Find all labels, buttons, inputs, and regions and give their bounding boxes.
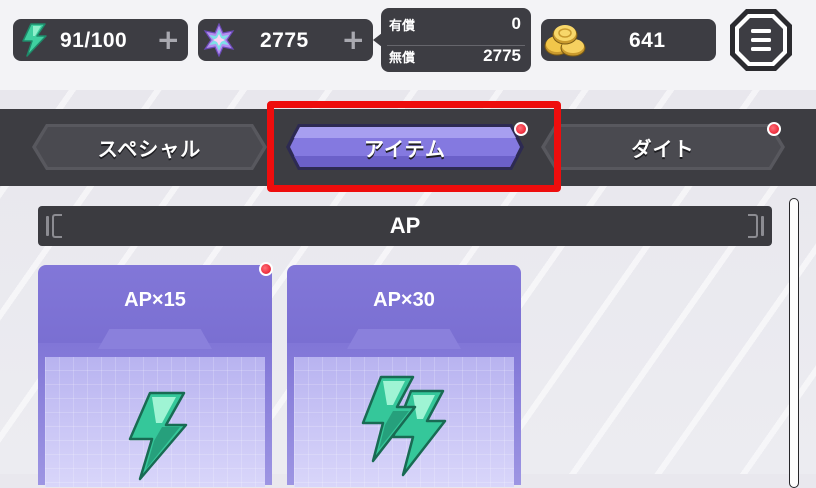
item-card-ap15[interactable]: AP×15 [38, 265, 272, 487]
double-lightning-icon [353, 373, 463, 487]
tab-daito[interactable]: ダイト [541, 124, 785, 170]
paid-label: 有償 [389, 18, 416, 34]
card-header-tab [98, 329, 212, 349]
paid-value: 0 [511, 14, 521, 33]
section-title: AP [389, 213, 421, 238]
lightning-icon [19, 23, 49, 61]
crystal-plus-icon[interactable]: + [342, 24, 365, 56]
card-title: AP×30 [373, 289, 435, 311]
card-title: AP×15 [124, 289, 186, 311]
header-bracket-right [748, 214, 758, 238]
ap-counter[interactable]: 91/100 + [13, 19, 188, 61]
coins-icon [543, 22, 591, 62]
scrollbar[interactable] [789, 198, 799, 488]
crystal-breakdown: 有償 0 無償 2775 [381, 8, 531, 72]
crystal-counter[interactable]: 2775 + [198, 19, 373, 61]
crystal-icon [202, 22, 236, 61]
crystal-value: 2775 [260, 29, 309, 52]
coin-counter[interactable]: 641 [541, 19, 716, 61]
ap-value: 91/100 [60, 29, 128, 52]
card-ap15-notification-dot [259, 262, 273, 276]
tab-special[interactable]: スペシャル [32, 124, 267, 170]
tab-daito-label: ダイト [631, 136, 695, 161]
tab-daito-notification-dot [767, 122, 781, 136]
menu-button[interactable] [728, 7, 794, 73]
header-bracket-left [52, 214, 62, 238]
header-ornament-right [761, 216, 764, 236]
card-header-tab [347, 329, 461, 349]
free-value: 2775 [483, 46, 521, 65]
section-header-ap: AP [38, 206, 772, 246]
selection-highlight [267, 101, 561, 192]
lightning-icon [122, 391, 192, 485]
hamburger-menu-icon [730, 9, 792, 71]
tab-special-label: スペシャル [97, 136, 202, 161]
item-card-ap30[interactable]: AP×30 [287, 265, 521, 487]
coin-value: 641 [629, 29, 666, 52]
ap-plus-icon[interactable]: + [157, 24, 180, 56]
header-ornament-left [46, 216, 49, 236]
free-label: 無償 [389, 50, 416, 66]
